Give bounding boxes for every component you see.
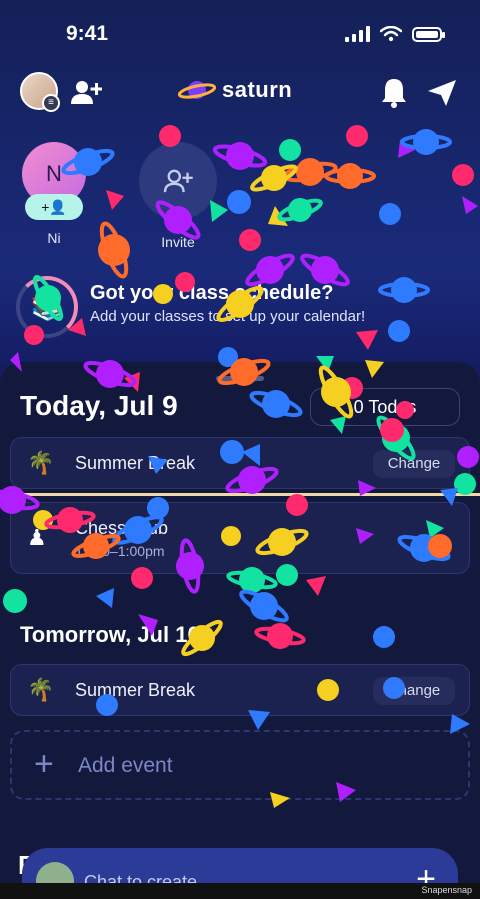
banner-title: Got your class schedule? — [90, 282, 334, 304]
battery-icon — [412, 26, 445, 42]
friends-row: N +👤 Ni Invite — [0, 140, 480, 250]
event-name: Summer Break — [75, 453, 196, 473]
status-time: 9:41 — [66, 22, 109, 45]
palm-tree-icon: 🌴 — [27, 450, 55, 475]
app-logo: saturn — [178, 76, 292, 104]
add-friend-icon[interactable] — [70, 78, 102, 106]
today-title: Today, Jul 9 — [20, 390, 178, 421]
status-icons — [345, 26, 445, 42]
cellular-signal-icon — [345, 26, 370, 42]
add-event-label: Add event — [78, 754, 173, 777]
top-bar: ≡ saturn — [0, 70, 480, 118]
add-friend-pill-icon[interactable]: +👤 — [25, 194, 83, 220]
class-schedule-banner[interactable]: 📚 Got your class schedule? Add your clas… — [16, 272, 466, 342]
current-time-indicator — [0, 493, 480, 496]
invite-label: Invite — [161, 234, 195, 250]
app-screen: 9:41 ≡ saturn N +👤 Ni Invite 📚 Got your … — [0, 0, 480, 899]
event-summer-break-tomorrow[interactable]: 🌴 Summer Break Change — [10, 664, 470, 716]
invite-friend[interactable]: Invite — [138, 142, 218, 250]
wifi-icon — [380, 26, 402, 42]
tomorrow-title: Tomorrow, Jul 10 — [20, 622, 200, 647]
friend-ni[interactable]: N +👤 Ni — [14, 142, 94, 246]
event-name: Summer Break — [75, 680, 196, 700]
books-icon: 📚 — [16, 276, 78, 338]
todos-button[interactable]: 0 Todos — [310, 388, 460, 426]
invite-icon — [139, 142, 217, 220]
status-bar: 9:41 — [0, 0, 480, 70]
add-event-button[interactable]: + Add event — [10, 730, 470, 800]
app-name: saturn — [222, 77, 293, 102]
event-name: Chess Club — [75, 518, 169, 538]
event-time: 12:00–1:00pm — [75, 543, 165, 559]
watermark: Snapensnap — [421, 885, 472, 895]
palm-tree-icon: 🌴 — [27, 677, 55, 702]
change-button[interactable]: Change — [373, 450, 455, 478]
notifications-bell-icon[interactable] — [380, 76, 408, 108]
menu-icon[interactable]: ≡ — [42, 94, 60, 112]
send-icon[interactable] — [426, 78, 458, 108]
saturn-planet-icon — [178, 81, 216, 99]
banner-subtitle: Add your classes to set up your calendar… — [90, 308, 366, 325]
event-summer-break-today[interactable]: 🌴 Summer Break Change — [10, 437, 470, 489]
chess-piece-icon: ♟ — [27, 525, 47, 550]
sheet-grabber[interactable] — [216, 376, 264, 381]
friend-name: Ni — [47, 230, 61, 246]
plus-icon: + — [34, 745, 54, 783]
event-chess-club[interactable]: ♟ Chess Club 12:00–1:00pm — [10, 502, 470, 574]
watermark-strip — [0, 883, 480, 899]
change-button[interactable]: Change — [373, 677, 455, 705]
